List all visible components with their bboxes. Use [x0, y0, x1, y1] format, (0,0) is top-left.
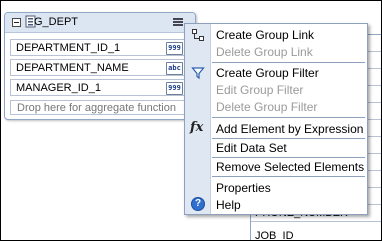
table-row[interactable]: JOB_ID: [251, 228, 381, 241]
menu-item-edit-data-set[interactable]: Edit Data Set: [185, 139, 367, 156]
menu-item-properties[interactable]: Properties: [185, 179, 367, 196]
dataset-title: G_DEPT: [34, 16, 79, 28]
text-type-icon: abc: [166, 62, 183, 75]
help-icon: ?: [191, 197, 205, 211]
menu-item-label: Help: [216, 198, 241, 212]
menu-item-label: Remove Selected Elements: [216, 160, 365, 174]
aggregate-drop-zone[interactable]: Drop here for aggregate function: [10, 100, 190, 115]
menu-item-label: Delete Group Link: [216, 45, 313, 59]
fx-icon: fx: [190, 120, 204, 135]
number-type-icon: 999: [166, 82, 183, 95]
dataset-box[interactable]: G_DEPT DEPARTMENT_ID_1 999 DEPARTMENT_NA…: [4, 12, 196, 120]
menu-item-label: Delete Group Filter: [216, 100, 318, 114]
menu-item-label: Edit Group Filter: [216, 83, 304, 97]
menu-item-delete-group-link[interactable]: Delete Group Link: [185, 43, 367, 60]
field-row[interactable]: DEPARTMENT_NAME abc: [10, 59, 190, 76]
menu-item-delete-group-filter[interactable]: Delete Group Filter: [185, 98, 367, 115]
menu-item-label: Properties: [216, 181, 271, 195]
menu-item-label: Add Element by Expression: [216, 122, 364, 136]
data-model-canvas: PHONE_NUMBER JOB_ID G_DEPT DEPARTMENT_ID…: [0, 0, 382, 241]
menu-item-create-group-filter[interactable]: Create Group Filter: [185, 64, 367, 81]
field-label: JOB_ID: [255, 230, 294, 241]
menu-item-label: Create Group Link: [216, 28, 315, 42]
group-link-icon: [192, 29, 204, 41]
drop-zone-label: Drop here for aggregate function: [17, 102, 176, 114]
filter-icon: [191, 67, 205, 80]
dataset-header[interactable]: G_DEPT: [5, 13, 195, 33]
field-row[interactable]: DEPARTMENT_ID_1 999: [10, 39, 190, 56]
field-row[interactable]: MANAGER_ID_1 999: [10, 79, 190, 96]
number-type-icon: 999: [166, 42, 183, 55]
menu-separator: [212, 62, 365, 63]
context-menu: Create Group Link Delete Group Link Crea…: [184, 23, 368, 215]
menu-item-label: Create Group Filter: [216, 66, 319, 80]
menu-item-label: Edit Data Set: [216, 141, 287, 155]
field-label: MANAGER_ID_1: [16, 82, 101, 94]
field-label: DEPARTMENT_NAME: [16, 62, 129, 74]
menu-item-remove-selected-elements[interactable]: Remove Selected Elements: [185, 158, 367, 175]
menu-separator: [212, 176, 365, 177]
field-label: DEPARTMENT_ID_1: [16, 42, 121, 54]
menu-separator: [212, 117, 365, 118]
menu-item-add-element-by-expression[interactable]: fx Add Element by Expression: [185, 120, 367, 137]
collapse-icon[interactable]: [12, 18, 21, 27]
menu-item-help[interactable]: ? Help: [185, 196, 367, 213]
menu-item-create-group-link[interactable]: Create Group Link: [185, 26, 367, 43]
menu-item-edit-group-filter[interactable]: Edit Group Filter: [185, 81, 367, 98]
